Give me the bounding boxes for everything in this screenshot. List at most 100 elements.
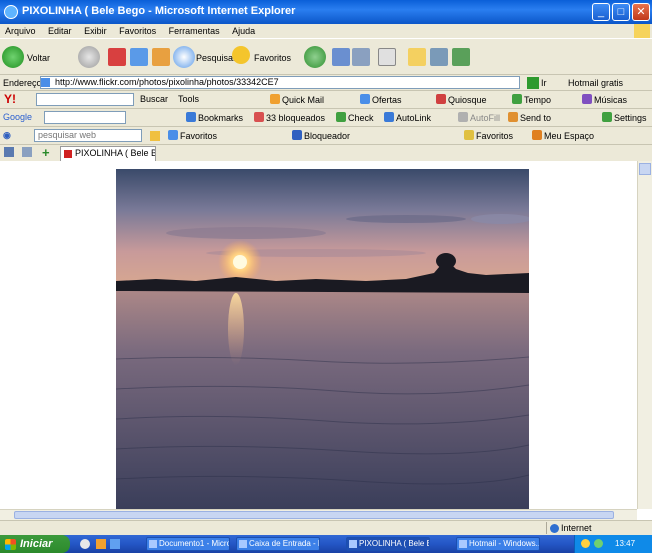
offers-icon bbox=[360, 94, 370, 104]
address-input[interactable]: http://www.flickr.com/photos/pixolinha/p… bbox=[40, 76, 520, 89]
quicklaunch-desktop-icon[interactable] bbox=[96, 539, 106, 549]
window-title: PIXOLINHA ( Bele Bego - Microsoft Intern… bbox=[22, 5, 296, 17]
settings-button[interactable]: Settings bbox=[614, 113, 647, 123]
quick-mail-icon bbox=[270, 94, 280, 104]
popup-blocker-button[interactable]: 33 bloqueados bbox=[266, 113, 325, 123]
google-toolbar: Google Bookmarks 33 bloqueados Check Aut… bbox=[0, 108, 652, 126]
weather-link[interactable]: Tempo bbox=[524, 95, 551, 105]
go-button[interactable]: Ir bbox=[541, 78, 547, 88]
favorites-star-icon[interactable] bbox=[232, 46, 250, 64]
print-icon[interactable] bbox=[352, 48, 370, 66]
bookmarks-button[interactable]: Bookmarks bbox=[198, 113, 243, 123]
security-zone: Internet bbox=[546, 522, 652, 534]
menu-bar: Arquivo Editar Exibir Favoritos Ferramen… bbox=[0, 24, 652, 38]
search-button-label[interactable]: Pesquisar bbox=[196, 53, 236, 63]
address-bar: Endereço http://www.flickr.com/photos/pi… bbox=[0, 74, 652, 90]
taskbar: Iniciar Documento1 - Microsoft... Caixa … bbox=[0, 535, 652, 553]
zone-label: Internet bbox=[561, 523, 592, 533]
web-search-input[interactable]: pesquisar web bbox=[34, 129, 142, 142]
toolbar-search-button[interactable]: Buscar bbox=[140, 94, 168, 104]
autofill-button[interactable]: AutoFill bbox=[470, 113, 500, 123]
edit-icon[interactable] bbox=[378, 48, 396, 66]
send-to-button[interactable]: Send to bbox=[520, 113, 551, 123]
taskbar-button-mail[interactable]: Caixa de Entrada - Microsoft... bbox=[236, 537, 320, 551]
scroll-up-icon[interactable] bbox=[639, 163, 651, 175]
send-to-icon bbox=[508, 112, 518, 122]
music-link[interactable]: Músicas bbox=[594, 95, 627, 105]
menu-arquivo[interactable]: Arquivo bbox=[0, 24, 41, 38]
address-label: Endereço bbox=[3, 78, 42, 88]
hotmail-link[interactable]: Hotmail gratis bbox=[568, 78, 623, 88]
taskbar-button-word[interactable]: Documento1 - Microsoft... bbox=[146, 537, 230, 551]
my-space-link[interactable]: Meu Espaço bbox=[544, 131, 594, 141]
menu-editar[interactable]: Editar bbox=[43, 24, 77, 38]
favorites-button-label[interactable]: Favoritos bbox=[254, 53, 291, 63]
stop-icon[interactable] bbox=[108, 48, 126, 66]
back-button-label[interactable]: Voltar bbox=[27, 53, 50, 63]
toolbar-tools[interactable]: Tools bbox=[178, 94, 199, 104]
toolbar-search-input[interactable] bbox=[36, 93, 134, 106]
forward-arrow-icon[interactable] bbox=[78, 46, 100, 68]
refresh-icon[interactable] bbox=[130, 48, 148, 66]
history-icon[interactable] bbox=[304, 46, 326, 68]
search-go-icon[interactable] bbox=[150, 131, 160, 141]
autolink-button[interactable]: AutoLink bbox=[396, 113, 431, 123]
search-icon[interactable] bbox=[173, 46, 195, 68]
vertical-scrollbar[interactable] bbox=[637, 161, 652, 509]
bookmarks-icon bbox=[186, 112, 196, 122]
home-icon[interactable] bbox=[152, 48, 170, 66]
minimize-button[interactable]: _ bbox=[592, 3, 610, 21]
horizontal-scrollbar[interactable] bbox=[0, 509, 637, 520]
clock: 13:47 bbox=[615, 539, 636, 548]
kiosk-link[interactable]: Quiosque bbox=[448, 95, 487, 105]
hotmail-icon bbox=[459, 540, 467, 548]
start-button[interactable]: Iniciar bbox=[0, 535, 70, 553]
tray-icon-2[interactable] bbox=[594, 539, 603, 548]
globe-icon bbox=[550, 524, 559, 533]
check-button[interactable]: Check bbox=[348, 113, 374, 123]
go-arrow-icon[interactable] bbox=[527, 77, 539, 89]
menu-exibir[interactable]: Exibir bbox=[79, 24, 112, 38]
toolbar-3: ◉ pesquisar web Favoritos Bloqueador Fav… bbox=[0, 126, 652, 144]
kiosk-icon bbox=[436, 94, 446, 104]
horizontal-scroll-thumb[interactable] bbox=[14, 511, 614, 519]
messenger-icon[interactable] bbox=[430, 48, 448, 66]
sunset-photo[interactable] bbox=[116, 169, 529, 509]
menu-ajuda[interactable]: Ajuda bbox=[227, 24, 260, 38]
favorites-link[interactable]: Favoritos bbox=[180, 131, 217, 141]
menu-ferramentas[interactable]: Ferramentas bbox=[164, 24, 225, 38]
popup-blocker-icon bbox=[254, 112, 264, 122]
tray-icon-1[interactable] bbox=[581, 539, 590, 548]
page-content bbox=[0, 161, 637, 509]
task-label: Documento1 - Microsoft... bbox=[159, 539, 229, 548]
standard-toolbar: Voltar Pesquisar Favoritos bbox=[0, 38, 652, 74]
task-label: PIXOLINHA ( Bele Bego bbox=[359, 539, 429, 548]
check-icon bbox=[336, 112, 346, 122]
new-tab-icon[interactable]: + bbox=[42, 145, 50, 160]
research-icon[interactable] bbox=[452, 48, 470, 66]
quicklaunch-ie-icon[interactable] bbox=[80, 539, 90, 549]
offers-link[interactable]: Ofertas bbox=[372, 95, 402, 105]
weather-icon bbox=[512, 94, 522, 104]
close-button[interactable]: ✕ bbox=[632, 3, 650, 21]
quick-tabs-icon[interactable] bbox=[22, 147, 32, 157]
word-icon bbox=[149, 540, 157, 548]
tab-list-icon[interactable] bbox=[4, 147, 14, 157]
taskbar-button-hotmail[interactable]: Hotmail - Windows... bbox=[456, 537, 540, 551]
windows-flag-icon bbox=[5, 539, 16, 550]
toolbar3-logo-icon: ◉ bbox=[3, 130, 11, 140]
settings-icon bbox=[602, 112, 612, 122]
menu-favoritos[interactable]: Favoritos bbox=[114, 24, 161, 38]
quicklaunch-media-icon[interactable] bbox=[110, 539, 120, 549]
taskbar-button-ie[interactable]: PIXOLINHA ( Bele Bego bbox=[346, 537, 430, 551]
quick-mail-link[interactable]: Quick Mail bbox=[282, 95, 324, 105]
google-search-input[interactable] bbox=[44, 111, 126, 124]
tab-active[interactable]: PIXOLINHA ( Bele Bego bbox=[60, 146, 156, 161]
back-arrow-icon[interactable] bbox=[2, 46, 24, 68]
task-label: Hotmail - Windows... bbox=[469, 539, 540, 548]
folder-icon[interactable] bbox=[408, 48, 426, 66]
favorites2-link[interactable]: Favoritos bbox=[476, 131, 513, 141]
maximize-button[interactable]: □ bbox=[612, 3, 630, 21]
mail-icon[interactable] bbox=[332, 48, 350, 66]
blocker-link[interactable]: Bloqueador bbox=[304, 131, 350, 141]
